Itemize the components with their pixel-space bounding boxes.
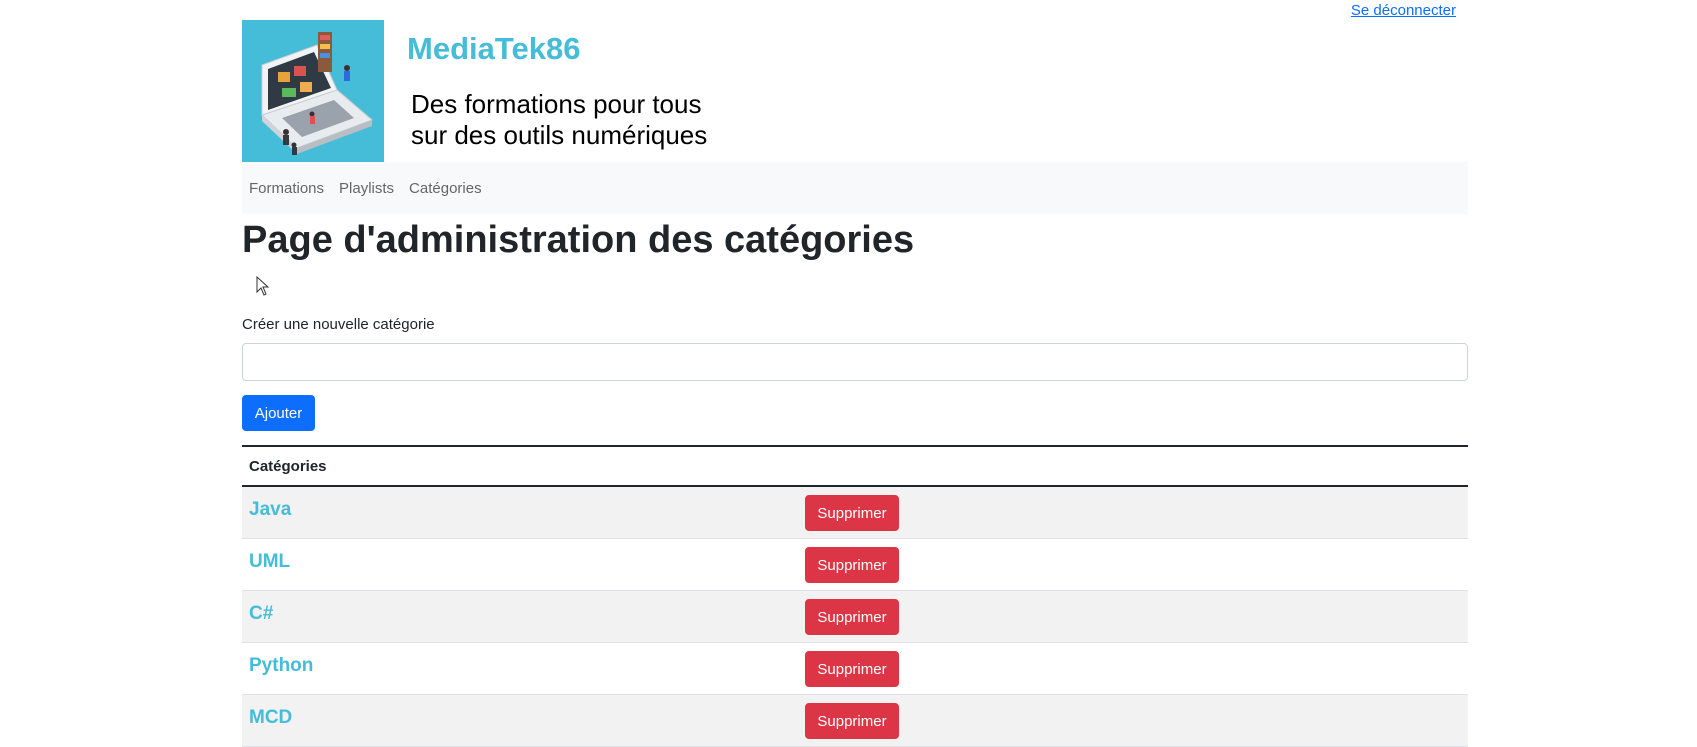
main-navbar: Formations Playlists Catégories — [242, 162, 1468, 214]
new-category-label: Créer une nouvelle catégorie — [242, 316, 435, 333]
category-link[interactable]: C# — [249, 603, 273, 625]
nav-item-categories[interactable]: Catégories — [409, 180, 482, 197]
page-title: Page d'administration des catégories — [242, 219, 915, 261]
category-link[interactable]: Java — [249, 499, 291, 521]
nav-item-playlists[interactable]: Playlists — [339, 180, 394, 197]
categories-table: Catégories Java Supprimer UML Supprimer … — [242, 445, 1468, 747]
delete-button[interactable]: Supprimer — [805, 651, 899, 687]
table-header: Catégories — [242, 447, 1468, 487]
logout-link[interactable]: Se déconnecter — [1351, 2, 1456, 19]
table-row: Python Supprimer — [242, 643, 1468, 695]
delete-button[interactable]: Supprimer — [805, 495, 899, 531]
category-link[interactable]: UML — [249, 551, 290, 573]
delete-button[interactable]: Supprimer — [805, 703, 899, 739]
site-title: MediaTek86 — [407, 31, 581, 66]
new-category-input[interactable] — [242, 343, 1468, 381]
laptop-illustration-logo — [242, 20, 384, 162]
table-row: C# Supprimer — [242, 591, 1468, 643]
table-row: UML Supprimer — [242, 539, 1468, 591]
add-category-button[interactable]: Ajouter — [242, 395, 315, 431]
category-link[interactable]: MCD — [249, 707, 292, 729]
table-row: MCD Supprimer — [242, 695, 1468, 747]
category-link[interactable]: Python — [249, 655, 313, 677]
nav-item-formations[interactable]: Formations — [249, 180, 324, 197]
site-tagline: Des formations pour tous sur des outils … — [411, 89, 707, 151]
delete-button[interactable]: Supprimer — [805, 547, 899, 583]
tagline-line-2: sur des outils numériques — [411, 120, 708, 150]
site-logo[interactable] — [242, 20, 384, 162]
mouse-pointer-icon — [256, 276, 270, 296]
table-row: Java Supprimer — [242, 487, 1468, 539]
tagline-line-1: Des formations pour tous — [411, 89, 702, 119]
delete-button[interactable]: Supprimer — [805, 599, 899, 635]
site-header: MediaTek86 Des formations pour tous sur … — [242, 20, 1468, 162]
